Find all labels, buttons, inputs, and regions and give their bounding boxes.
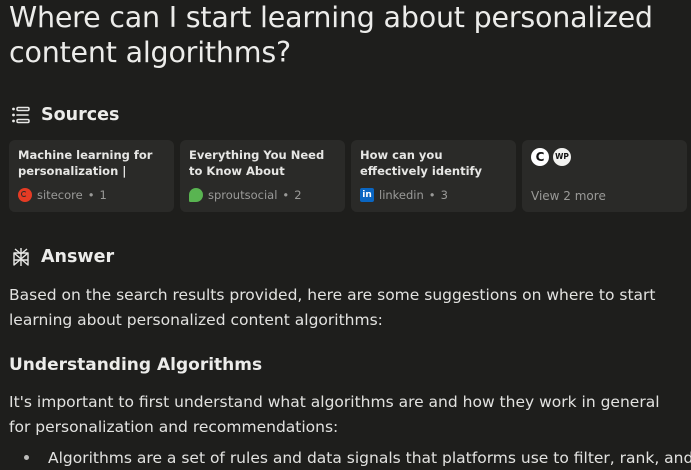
answer-heading: Answer: [41, 247, 115, 267]
c-site-icon: C: [531, 148, 549, 166]
answer-paragraph: It's important to first understand what …: [9, 393, 660, 436]
source-card-2[interactable]: Everything You Need to Know About Social…: [180, 140, 345, 212]
list-item-text: Algorithms are a set of rules and data s…: [48, 449, 691, 467]
answer-subheading: Understanding Algorithms: [9, 355, 263, 375]
source-index: 1: [99, 188, 107, 202]
source-title: How can you effectively identify the bes…: [360, 148, 483, 180]
meta-separator: •: [428, 188, 436, 202]
view-more-label: View 2 more: [531, 189, 606, 203]
bullet-icon: [24, 455, 29, 460]
answer-header: Answer: [11, 247, 114, 267]
meta-separator: •: [87, 188, 95, 202]
source-index: 3: [440, 188, 448, 202]
sources-icon: [12, 106, 30, 124]
source-site: sitecore: [37, 188, 83, 202]
linkedin-icon: in: [360, 188, 374, 202]
answer-intro: Based on the search results provided, he…: [9, 286, 656, 329]
source-title: Everything You Need to Know About Social…: [189, 148, 325, 180]
sources-header: Sources: [11, 105, 119, 125]
meta-separator: •: [282, 188, 290, 202]
sproutsocial-icon: [189, 188, 203, 202]
source-card-3[interactable]: How can you effectively identify the bes…: [351, 140, 516, 212]
sources-heading: Sources: [41, 105, 120, 125]
answer-icon: [13, 248, 29, 266]
source-index: 2: [294, 188, 302, 202]
source-title: Machine learning for personalization | S…: [18, 148, 153, 180]
answer-page: Where can I start learning about persona…: [0, 0, 691, 470]
more-source-icons: C WP: [531, 148, 678, 166]
question-title: Where can I start learning about persona…: [9, 1, 653, 69]
view-more-card[interactable]: C WP View 2 more: [522, 140, 687, 212]
source-site: sproutsocial: [208, 188, 278, 202]
source-card-1[interactable]: Machine learning for personalization | S…: [9, 140, 174, 212]
source-meta: in linkedin • 3: [360, 188, 448, 202]
wp-site-icon: WP: [553, 148, 571, 166]
source-cards: Machine learning for personalization | S…: [9, 140, 687, 212]
sitecore-icon: [18, 188, 32, 202]
source-site: linkedin: [379, 188, 424, 202]
source-meta: sproutsocial • 2: [189, 188, 302, 202]
source-meta: sitecore • 1: [18, 188, 107, 202]
